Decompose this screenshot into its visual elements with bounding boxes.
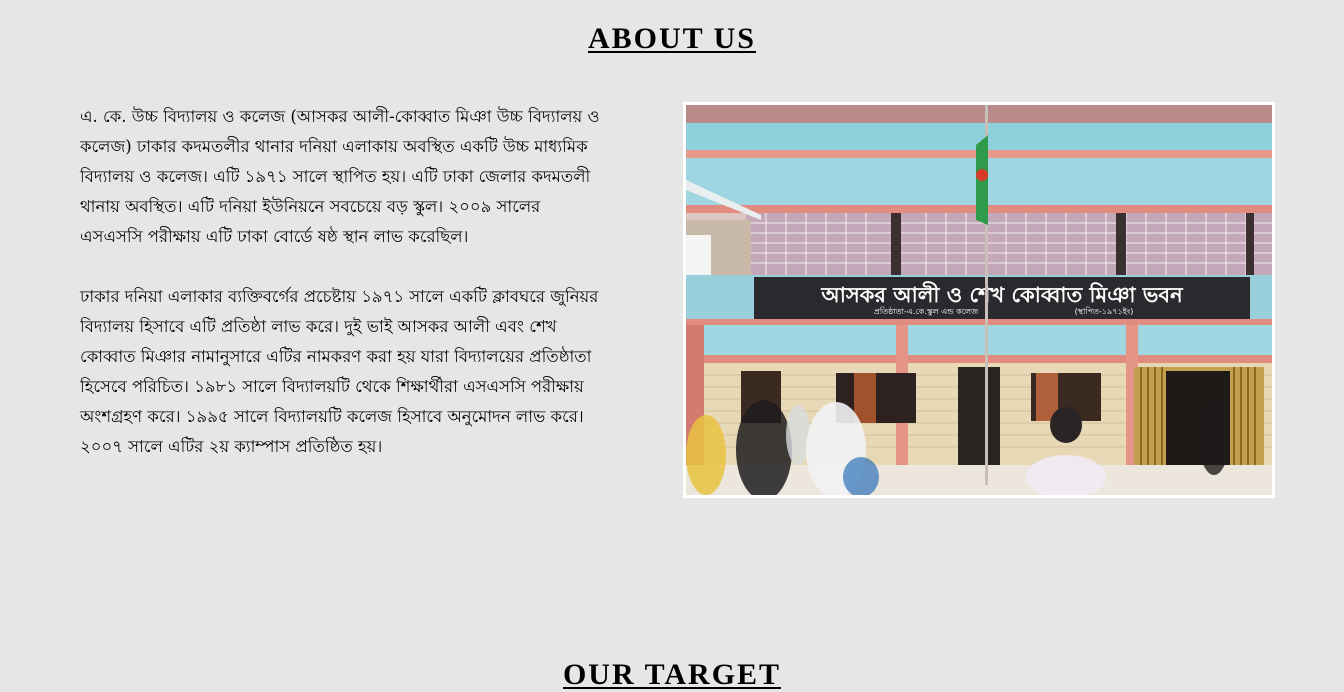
about-us-heading-text: ABOUT US [588, 22, 756, 55]
our-target-heading: OUR TARGET [0, 660, 1344, 690]
our-target-heading-text: OUR TARGET [562, 658, 782, 691]
sign-sub-left-text: প্রতিষ্ঠাতা-এ.কে.স্কুল এন্ড কলেজ [874, 306, 979, 316]
sign-main-text: আসকর আলী ও শেখ কোব্বাত মিঞা ভবন [820, 281, 1184, 307]
page: ABOUT US এ. কে. উচ্চ বিদ্যালয় ও কলেজ (আ… [0, 0, 1344, 692]
about-paragraph-1: এ. কে. উচ্চ বিদ্যালয় ও কলেজ (আসকর আলী-ক… [80, 107, 600, 246]
about-us-heading: ABOUT US [0, 24, 1344, 54]
about-paragraph-2: ঢাকার দনিয়া এলাকার ব্যক্তিবর্গের প্রচেষ… [80, 287, 599, 456]
about-text-column: এ. কে. উচ্চ বিদ্যালয় ও কলেজ (আসকর আলী-ক… [80, 102, 600, 492]
school-building-photo: আসকর আলী ও শেখ কোব্বাত মিঞা ভবন প্রতিষ্ঠ… [683, 102, 1275, 498]
sign-sub-right-text: (স্থাপিত-১৯৭১ইং) [1075, 307, 1134, 316]
school-building-illustration: আসকর আলী ও শেখ কোব্বাত মিঞা ভবন প্রতিষ্ঠ… [686, 105, 1272, 495]
